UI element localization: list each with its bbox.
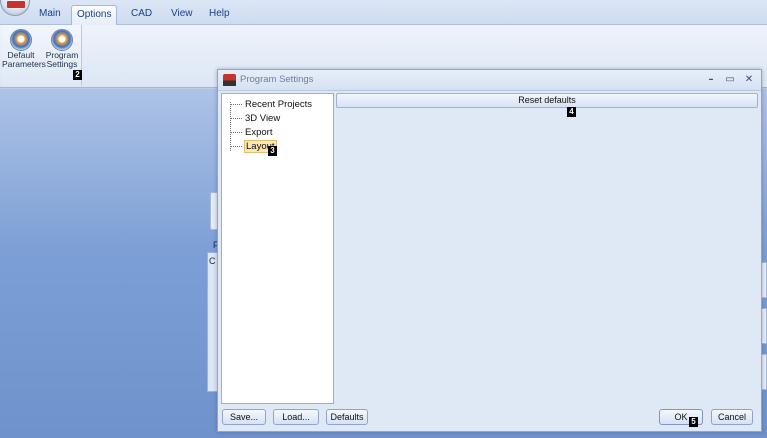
tab-main[interactable]: Main bbox=[34, 5, 66, 25]
default-parameters-button[interactable]: Default Parameters bbox=[2, 29, 46, 69]
tree-branch-line bbox=[230, 145, 242, 147]
settings-tree[interactable]: Recent Projects 3D View Export Layout bbox=[221, 93, 334, 404]
tab-cad[interactable]: CAD bbox=[126, 5, 157, 25]
default-parameters-icon bbox=[10, 29, 32, 51]
tree-branch-line bbox=[230, 103, 242, 105]
minimize-icon[interactable]: – bbox=[704, 73, 718, 87]
default-parameters-label-2: Parameters bbox=[2, 59, 46, 69]
dialog-titlebar[interactable]: Program Settings – ▭ ✕ bbox=[218, 70, 761, 91]
cancel-button[interactable]: Cancel bbox=[711, 409, 753, 425]
tree-item-label: Recent Projects bbox=[245, 99, 313, 110]
tree-item-recent-projects[interactable]: Recent Projects bbox=[222, 98, 313, 111]
tree-branch-line bbox=[230, 117, 242, 119]
tree-branch-line bbox=[230, 131, 242, 133]
tree-item-label: Export bbox=[245, 127, 273, 138]
load-button[interactable]: Load... bbox=[273, 409, 319, 425]
tree-item-3d-view[interactable]: 3D View bbox=[222, 112, 281, 125]
save-button[interactable]: Save... bbox=[222, 409, 266, 425]
defaults-button[interactable]: Defaults bbox=[326, 409, 368, 425]
tab-view[interactable]: View bbox=[166, 5, 198, 25]
app-logo-icon bbox=[223, 74, 236, 86]
reset-defaults-button[interactable]: Reset defaults bbox=[336, 93, 758, 108]
ribbon-group-options: Default Parameters Program Settings bbox=[2, 25, 82, 86]
annotation-badge-4: 4 bbox=[567, 107, 576, 117]
close-icon[interactable]: ✕ bbox=[742, 73, 756, 87]
tree-item-label: 3D View bbox=[245, 113, 281, 124]
annotation-badge-2: 2 bbox=[73, 70, 82, 80]
program-settings-dialog: Program Settings – ▭ ✕ Recent Projects 3… bbox=[217, 69, 762, 432]
app-logo-icon bbox=[7, 1, 25, 8]
ribbon-tab-bar: Main Options CAD View Help bbox=[0, 0, 767, 25]
tab-help[interactable]: Help bbox=[204, 5, 235, 25]
program-settings-button[interactable]: Program Settings bbox=[44, 29, 80, 69]
program-settings-icon bbox=[51, 29, 73, 51]
tree-item-export[interactable]: Export bbox=[222, 126, 273, 139]
annotation-badge-5: 5 bbox=[689, 417, 698, 427]
dialog-title: Program Settings bbox=[240, 74, 314, 85]
tab-options[interactable]: Options bbox=[71, 5, 118, 25]
program-settings-label-2: Settings bbox=[46, 59, 78, 69]
settings-content-area: Reset defaults bbox=[336, 93, 758, 404]
maximize-icon[interactable]: ▭ bbox=[723, 73, 737, 87]
background-fragment-c: C bbox=[209, 256, 216, 266]
annotation-badge-3: 3 bbox=[268, 146, 277, 156]
